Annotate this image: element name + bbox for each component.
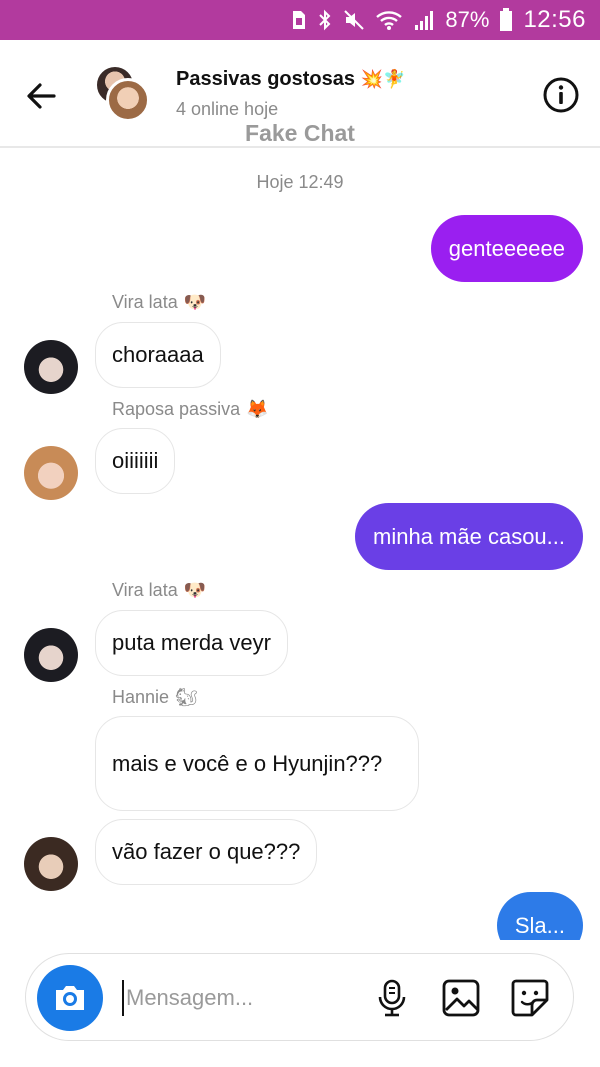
message-input[interactable]	[122, 980, 362, 1016]
avatar[interactable]	[24, 628, 78, 682]
avatar[interactable]	[24, 340, 78, 394]
chat-header: Passivas gostosas 💥🧚 4 online hoje Fake …	[0, 40, 600, 148]
sender-name: Vira lata 🐶	[112, 580, 207, 601]
gallery-icon[interactable]	[441, 978, 481, 1018]
sender-emoji: 🦊	[246, 399, 269, 420]
clock: 12:56	[523, 6, 586, 33]
outgoing-message[interactable]: minha mãe casou...	[355, 503, 583, 570]
sender-name: Hannie 🐿	[112, 687, 198, 708]
sender-emoji: 🐶	[183, 580, 207, 601]
outgoing-message[interactable]: genteeeeee	[430, 215, 583, 282]
battery-icon	[500, 8, 513, 31]
signal-icon	[415, 11, 434, 30]
member-avatar	[106, 78, 150, 122]
sender-emoji: 🐿	[175, 687, 198, 708]
watermark: Fake Chat	[245, 120, 355, 146]
sender-name: Vira lata 🐶	[112, 292, 207, 313]
incoming-message[interactable]: puta merda veyr	[95, 610, 288, 676]
back-arrow-icon[interactable]	[22, 76, 62, 116]
sim-icon	[293, 11, 306, 29]
group-title[interactable]: Passivas gostosas 💥🧚	[176, 68, 405, 91]
camera-icon	[56, 986, 84, 1010]
message-composer	[25, 953, 574, 1041]
outgoing-message[interactable]: Sla...	[496, 892, 583, 940]
mute-icon	[344, 10, 365, 30]
sender-name: Raposa passiva 🦊	[112, 399, 269, 420]
sender-emoji: 🐶	[183, 292, 207, 313]
avatar[interactable]	[24, 446, 78, 500]
wifi-icon	[376, 11, 403, 30]
incoming-message[interactable]: choraaaa	[95, 322, 221, 388]
battery-percent: 87%	[445, 7, 490, 32]
bluetooth-icon	[319, 9, 331, 31]
group-avatar[interactable]	[94, 64, 154, 124]
message-clip: Sla...	[0, 880, 600, 940]
status-bar: 87% 12:56	[0, 0, 600, 40]
online-status: 4 online hoje	[176, 99, 279, 119]
sticker-icon[interactable]	[510, 978, 550, 1018]
chat-timestamp: Hoje 12:49	[256, 172, 344, 192]
info-icon[interactable]	[542, 76, 580, 114]
microphone-icon[interactable]	[372, 978, 412, 1018]
incoming-message[interactable]: vão fazer o que???	[95, 819, 318, 885]
incoming-message[interactable]: mais e você e o Hyunjin???	[95, 716, 419, 811]
incoming-message[interactable]: oiiiiiii	[95, 428, 176, 494]
title-emojis: 💥🧚	[360, 69, 406, 90]
camera-button[interactable]	[37, 965, 103, 1031]
